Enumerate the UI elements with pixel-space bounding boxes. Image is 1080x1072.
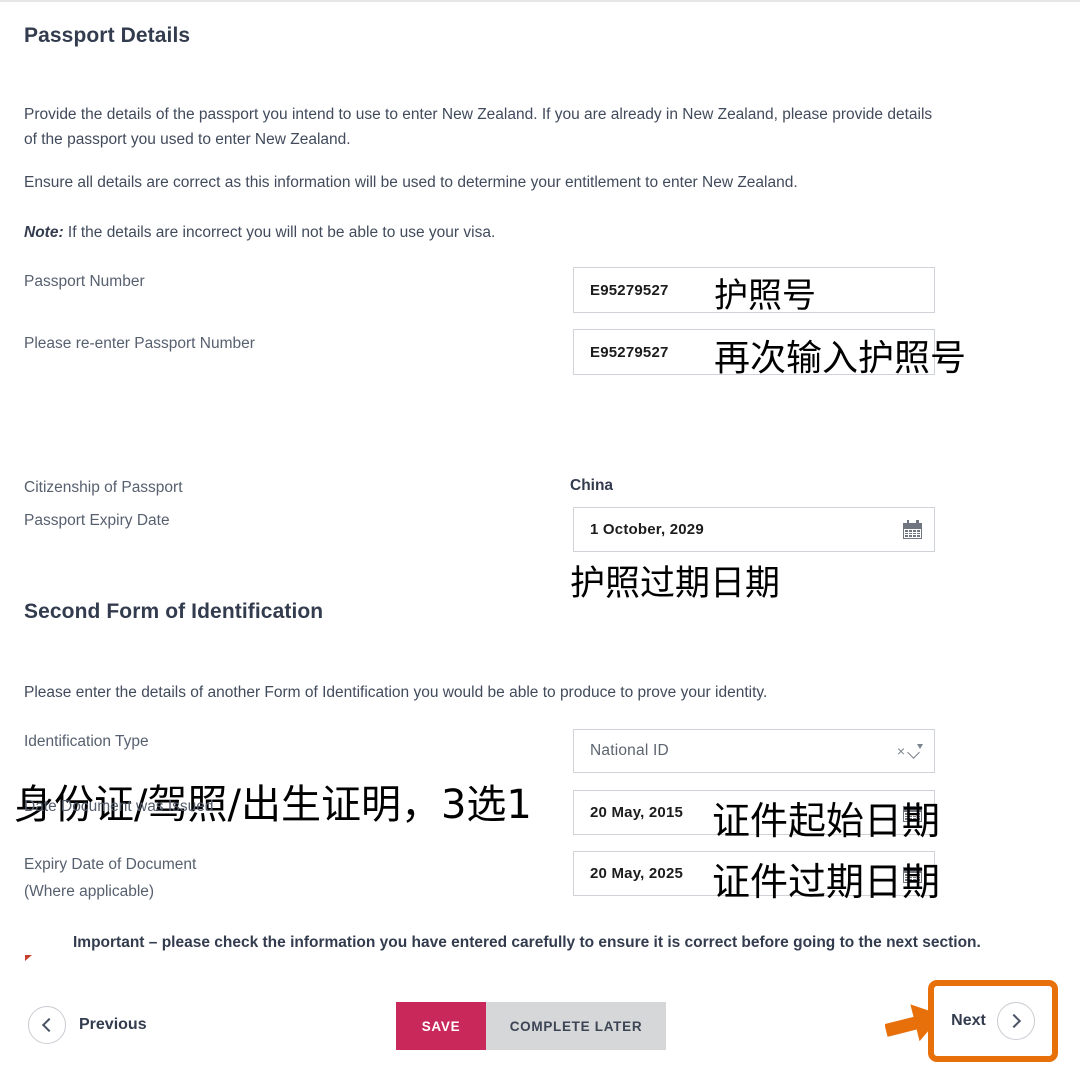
passport-number-label: Passport Number bbox=[24, 273, 145, 290]
identification-type-select[interactable]: National ID × bbox=[573, 729, 935, 773]
annotation-doc-expiry-date: 证件过期日期 bbox=[712, 860, 941, 904]
passport-number-value: E95279527 bbox=[590, 281, 669, 299]
important-notice: Important – please check the information… bbox=[24, 930, 1034, 961]
document-expiry-date-value: 20 May, 2025 bbox=[590, 865, 684, 882]
save-button-label: SAVE bbox=[421, 1018, 461, 1034]
previous-button-label: Previous bbox=[79, 1016, 147, 1033]
document-expiry-label-line2: (Where applicable) bbox=[24, 883, 155, 900]
page-title: Passport Details bbox=[24, 24, 191, 47]
save-button[interactable]: SAVE bbox=[396, 1002, 486, 1050]
note-label: Note: bbox=[24, 224, 64, 241]
intro-paragraph-2: Ensure all details are correct as this i… bbox=[24, 174, 798, 191]
annotation-issue-date: 证件起始日期 bbox=[712, 799, 941, 843]
second-identification-intro: Please enter the details of another Form… bbox=[24, 684, 768, 701]
passport-expiry-label: Passport Expiry Date bbox=[24, 512, 170, 529]
intro-note: Note: If the details are incorrect you w… bbox=[24, 220, 924, 245]
passport-expiry-date-input[interactable]: 1 October, 2029 bbox=[573, 507, 935, 552]
note-text: If the details are incorrect you will no… bbox=[63, 224, 496, 241]
important-notice-text: Important – please check the information… bbox=[73, 934, 981, 951]
document-expiry-label-line1: Expiry Date of Document bbox=[24, 856, 197, 873]
annotation-reenter-passport-number: 再次输入护照号 bbox=[714, 338, 967, 379]
identification-type-label: Identification Type bbox=[24, 733, 149, 750]
chevron-down-icon[interactable] bbox=[907, 743, 923, 759]
next-button[interactable]: Next bbox=[951, 1002, 1035, 1040]
annotation-passport-number: 护照号 bbox=[714, 276, 816, 316]
citizenship-label: Citizenship of Passport bbox=[24, 479, 183, 496]
intro-paragraph-1: Provide the details of the passport you … bbox=[24, 106, 933, 148]
complete-later-button[interactable]: COMPLETE LATER bbox=[486, 1002, 666, 1050]
annotation-passport-expiry: 护照过期日期 bbox=[570, 564, 781, 604]
complete-later-button-label: COMPLETE LATER bbox=[509, 1018, 643, 1034]
select-tools: × bbox=[897, 743, 923, 759]
second-identification-heading: Second Form of Identification bbox=[24, 600, 324, 623]
previous-button[interactable]: Previous bbox=[28, 1006, 147, 1044]
calendar-icon[interactable] bbox=[903, 520, 922, 539]
identification-type-value: National ID bbox=[590, 742, 669, 759]
next-button-highlight: Next bbox=[928, 980, 1058, 1062]
chevron-left-icon bbox=[28, 1006, 66, 1044]
passport-details-form-page: Passport Details Provide the details of … bbox=[0, 0, 1080, 1072]
date-issued-label: Date Document was Issued bbox=[24, 798, 214, 815]
clear-selection-icon[interactable]: × bbox=[897, 744, 905, 758]
next-button-label: Next bbox=[951, 1012, 986, 1029]
reenter-passport-number-label: Please re-enter Passport Number bbox=[24, 335, 255, 352]
chevron-right-icon bbox=[996, 1002, 1035, 1040]
citizenship-value: China bbox=[570, 477, 614, 494]
passport-expiry-date-value: 1 October, 2029 bbox=[590, 521, 704, 538]
date-document-issued-value: 20 May, 2015 bbox=[590, 804, 684, 821]
callout-flag-icon bbox=[24, 934, 46, 961]
reenter-passport-number-value: E95279527 bbox=[590, 343, 669, 361]
